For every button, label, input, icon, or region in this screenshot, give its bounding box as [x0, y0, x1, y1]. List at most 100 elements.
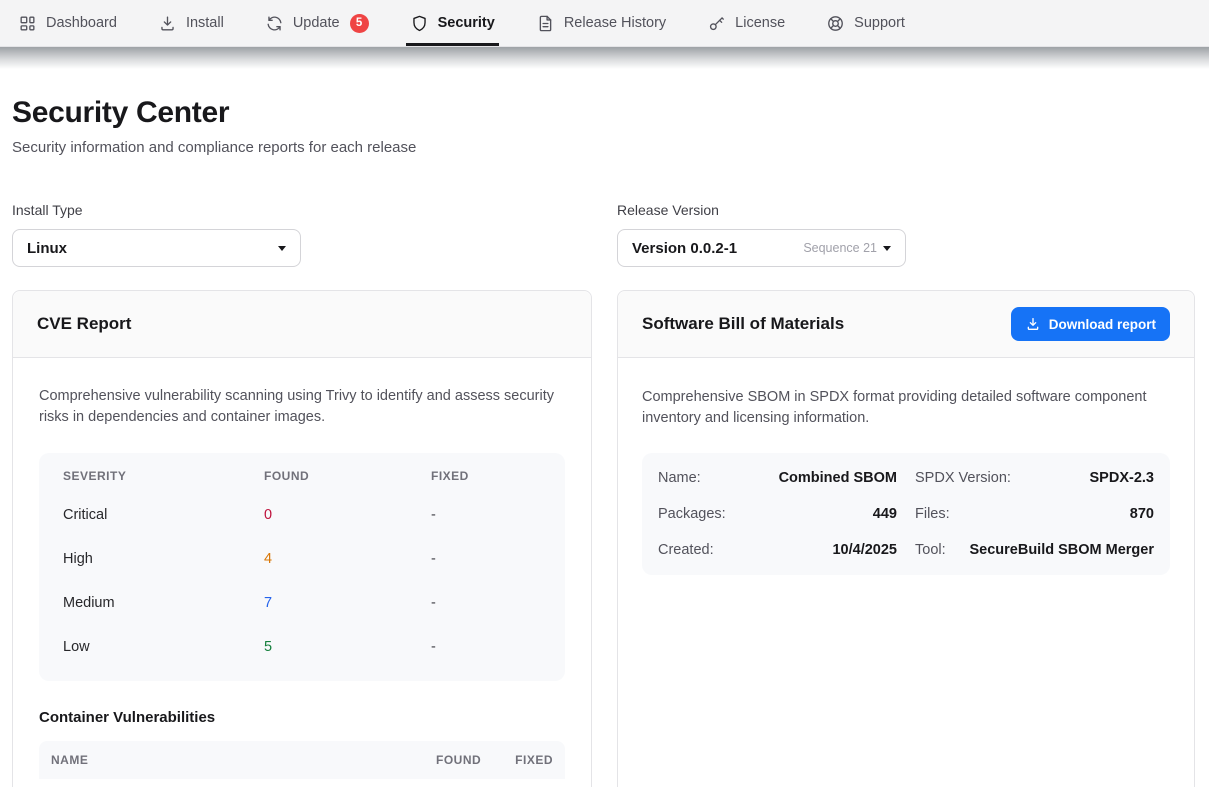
fixed-count: -: [431, 551, 541, 567]
sbom-description: Comprehensive SBOM in SPDX format provid…: [642, 387, 1170, 429]
nav-item-dashboard[interactable]: Dashboard: [18, 0, 117, 46]
nav-item-install[interactable]: Install: [158, 0, 224, 46]
fixed-count: -: [431, 639, 541, 655]
sbom-card-body: Comprehensive SBOM in SPDX format provid…: [618, 358, 1194, 604]
fixed-count: -: [431, 595, 541, 611]
detail-label: Name:: [658, 470, 701, 486]
release-version-select[interactable]: Version 0.0.2-1 Sequence 21: [617, 229, 906, 267]
severity-row-critical: Critical 0 -: [39, 493, 565, 537]
key-icon: [707, 14, 726, 33]
nav-item-release-history[interactable]: Release History: [536, 0, 666, 46]
install-type-filter: Install Type Linux: [12, 202, 592, 267]
shield-icon: [410, 14, 429, 33]
main-content: Security Center Security information and…: [0, 96, 1209, 787]
found-count: 7: [264, 595, 431, 611]
detail-value: SPDX-2.3: [1090, 470, 1154, 486]
cve-report-card: CVE Report Comprehensive vulnerability s…: [12, 290, 592, 787]
severity-row-high: High 4 -: [39, 537, 565, 581]
detail-label: Tool:: [915, 542, 946, 558]
container-vulnerabilities-table-header: NAME FOUND FIXED: [39, 741, 565, 779]
release-version-label: Release Version: [617, 202, 1195, 218]
install-type-label: Install Type: [12, 202, 592, 218]
column-header-severity: SEVERITY: [63, 469, 264, 483]
lifebuoy-icon: [826, 14, 845, 33]
nav-label: License: [735, 15, 785, 31]
chevron-down-icon: [278, 246, 286, 251]
install-type-select[interactable]: Linux: [12, 229, 301, 267]
cards-row: CVE Report Comprehensive vulnerability s…: [12, 290, 1197, 787]
download-icon: [158, 14, 177, 33]
severity-label: Medium: [63, 595, 264, 611]
severity-label: Critical: [63, 507, 264, 523]
release-sequence: Sequence 21: [803, 241, 877, 255]
nav-label: Support: [854, 15, 905, 31]
sbom-details-row: Packages: 449 Files: 870: [658, 496, 1154, 532]
sbom-details-row: Name: Combined SBOM SPDX Version: SPDX-2…: [658, 460, 1154, 496]
column-header-name: NAME: [51, 753, 402, 767]
header-scroll-shadow: [0, 47, 1209, 69]
severity-row-medium: Medium 7 -: [39, 581, 565, 625]
install-type-value: Linux: [27, 240, 67, 257]
detail-label: Packages:: [658, 506, 726, 522]
sbom-detail-name: Name: Combined SBOM: [658, 470, 897, 486]
sbom-detail-packages: Packages: 449: [658, 506, 897, 522]
refresh-icon: [265, 14, 284, 33]
column-header-found: FOUND: [436, 753, 481, 767]
column-header-found: FOUND: [264, 469, 431, 483]
release-version-value: Version 0.0.2-1: [632, 240, 737, 257]
release-version-filter: Release Version Version 0.0.2-1 Sequence…: [617, 202, 1195, 267]
nav-label: Release History: [564, 15, 666, 31]
download-report-button[interactable]: Download report: [1011, 307, 1170, 341]
document-icon: [536, 14, 555, 33]
download-icon: [1025, 316, 1041, 332]
sbom-card-title: Software Bill of Materials: [642, 314, 844, 334]
found-count: 5: [264, 639, 431, 655]
dashboard-grid-icon: [18, 14, 37, 33]
container-vulnerabilities-title: Container Vulnerabilities: [39, 709, 565, 726]
sbom-detail-created: Created: 10/4/2025: [658, 542, 897, 558]
fixed-count: -: [431, 507, 541, 523]
nav-label: Update: [293, 15, 340, 31]
nav-item-license[interactable]: License: [707, 0, 785, 46]
sbom-details-panel: Name: Combined SBOM SPDX Version: SPDX-2…: [642, 453, 1170, 575]
severity-table-header: SEVERITY FOUND FIXED: [39, 469, 565, 493]
sbom-card: Software Bill of Materials Download repo…: [617, 290, 1195, 787]
detail-label: Created:: [658, 542, 714, 558]
found-count: 0: [264, 507, 431, 523]
nav-label: Security: [438, 15, 495, 31]
nav-label: Install: [186, 15, 224, 31]
nav-label: Dashboard: [46, 15, 117, 31]
chevron-down-icon: [883, 246, 891, 251]
sbom-detail-spdx-version: SPDX Version: SPDX-2.3: [915, 470, 1154, 486]
cve-card-body: Comprehensive vulnerability scanning usi…: [13, 358, 591, 787]
found-count: 4: [264, 551, 431, 567]
page-title: Security Center: [12, 96, 1197, 130]
detail-value: Combined SBOM: [779, 470, 897, 486]
update-count-badge: 5: [350, 14, 369, 33]
sbom-card-header: Software Bill of Materials Download repo…: [618, 291, 1194, 358]
nav-item-support[interactable]: Support: [826, 0, 905, 46]
severity-label: High: [63, 551, 264, 567]
top-navigation: Dashboard Install Update 5 Security Rele…: [0, 0, 1209, 47]
sbom-detail-tool: Tool: SecureBuild SBOM Merger: [915, 542, 1154, 558]
column-header-fixed: FIXED: [515, 753, 553, 767]
detail-value: 449: [873, 506, 897, 522]
download-report-label: Download report: [1049, 317, 1156, 332]
detail-label: Files:: [915, 506, 950, 522]
nav-item-security[interactable]: Security: [410, 0, 495, 46]
page-subtitle: Security information and compliance repo…: [12, 139, 1197, 156]
filters-row: Install Type Linux Release Version Versi…: [12, 202, 1197, 267]
detail-value: 870: [1130, 506, 1154, 522]
detail-value: 10/4/2025: [832, 542, 897, 558]
nav-item-update[interactable]: Update 5: [265, 0, 369, 46]
severity-label: Low: [63, 639, 264, 655]
detail-value: SecureBuild SBOM Merger: [969, 542, 1154, 558]
severity-table: SEVERITY FOUND FIXED Critical 0 - High 4…: [39, 453, 565, 681]
detail-label: SPDX Version:: [915, 470, 1011, 486]
sbom-details-row: Created: 10/4/2025 Tool: SecureBuild SBO…: [658, 532, 1154, 568]
severity-row-low: Low 5 -: [39, 625, 565, 669]
cve-description: Comprehensive vulnerability scanning usi…: [39, 386, 565, 428]
sbom-detail-files: Files: 870: [915, 506, 1154, 522]
column-header-fixed: FIXED: [431, 469, 541, 483]
cve-card-header: CVE Report: [13, 291, 591, 358]
